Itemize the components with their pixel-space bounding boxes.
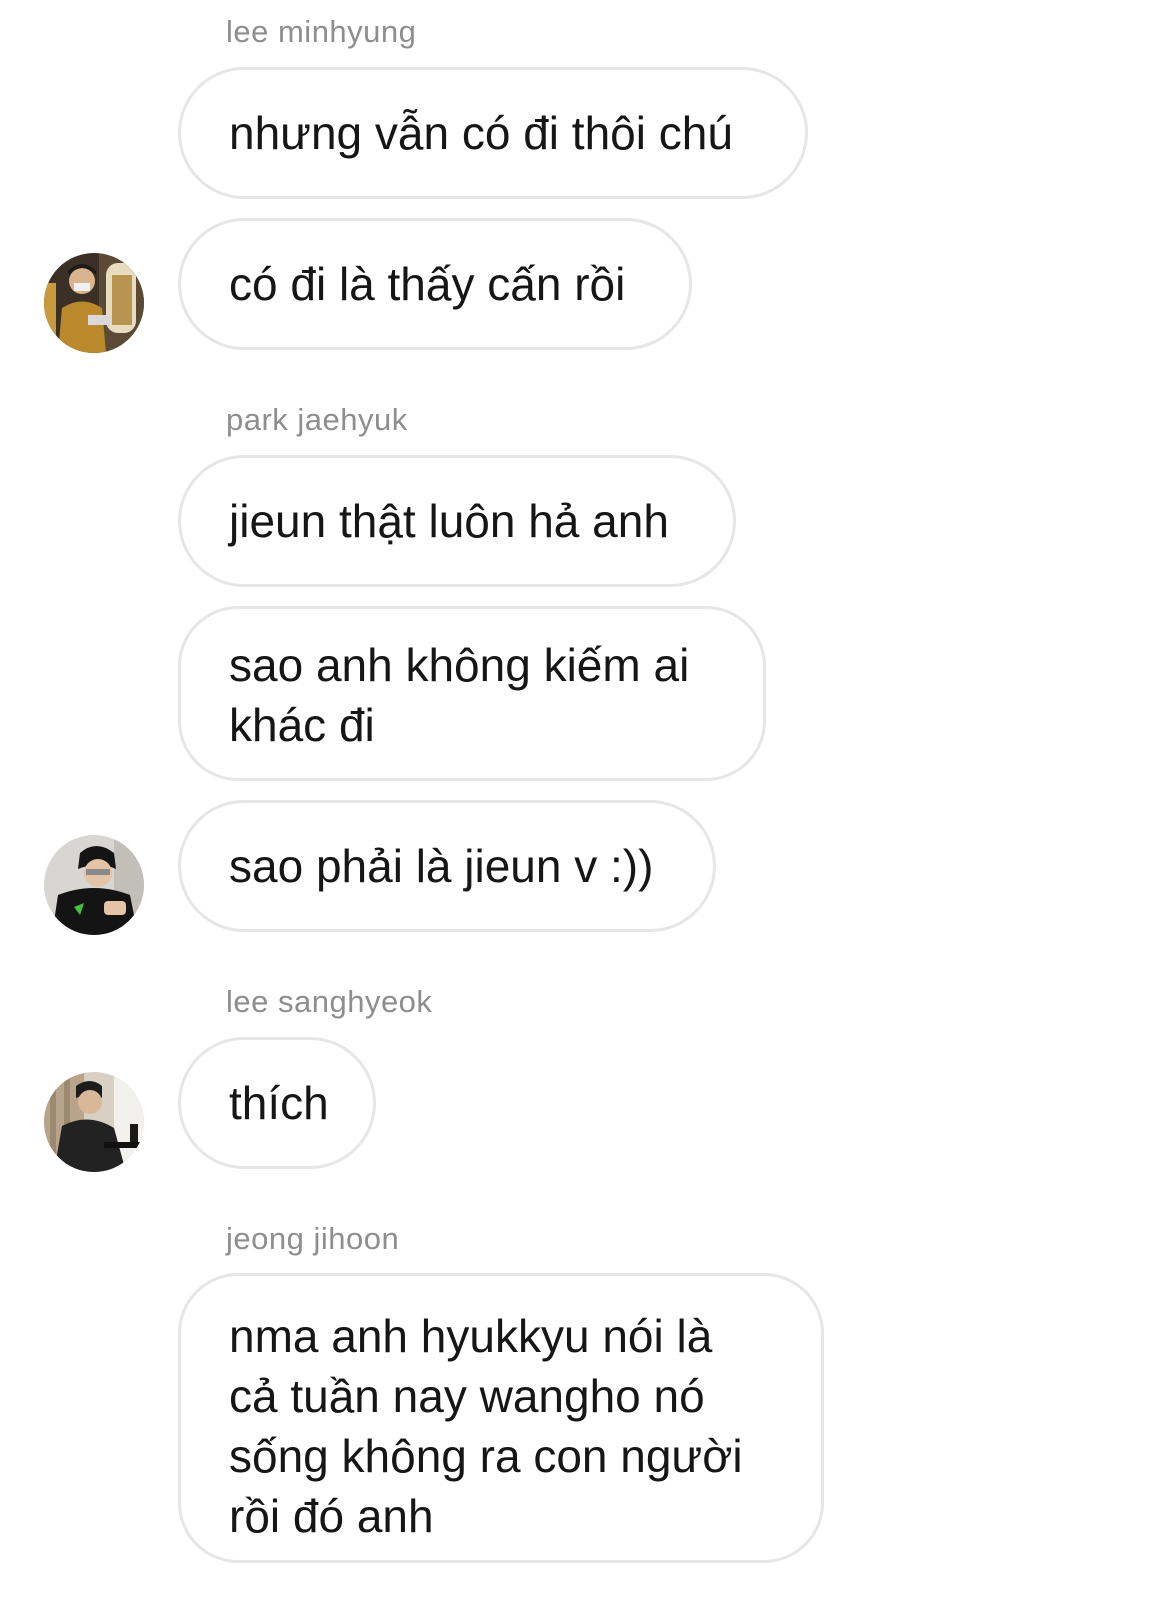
message-text: jieun thật luôn hả anh	[229, 495, 669, 547]
user-photo-avatar[interactable]	[44, 253, 144, 353]
sender-name: park jaehyuk	[226, 402, 408, 437]
message-text: nma anh hyukkyu nói là cả tuần nay wangh…	[229, 1310, 743, 1542]
sender-name: lee minhyung	[226, 14, 417, 49]
message-bubble[interactable]: nma anh hyukkyu nói là cả tuần nay wangh…	[178, 1273, 824, 1563]
message-text: nhưng vẫn có đi thôi chú	[229, 107, 733, 159]
message-bubble[interactable]: sao phải là jieun v :))	[178, 800, 716, 932]
message-text: sao anh không kiếm ai khác đi	[229, 639, 690, 751]
sender-name: jeong jihoon	[226, 1221, 400, 1256]
user-photo-avatar[interactable]	[44, 835, 144, 935]
sender-name: lee sanghyeok	[226, 984, 433, 1019]
message-text: có đi là thấy cấn rồi	[229, 258, 626, 310]
message-bubble[interactable]: sao anh không kiếm ai khác đi	[178, 606, 766, 781]
message-text: sao phải là jieun v :))	[229, 840, 654, 892]
user-photo-avatar[interactable]	[44, 1072, 144, 1172]
message-bubble[interactable]: có đi là thấy cấn rồi	[178, 218, 692, 350]
message-bubble[interactable]: nhưng vẫn có đi thôi chú	[178, 67, 808, 199]
message-text: thích	[229, 1077, 329, 1129]
message-bubble[interactable]: thích	[178, 1037, 376, 1169]
message-bubble[interactable]: jieun thật luôn hả anh	[178, 455, 736, 587]
